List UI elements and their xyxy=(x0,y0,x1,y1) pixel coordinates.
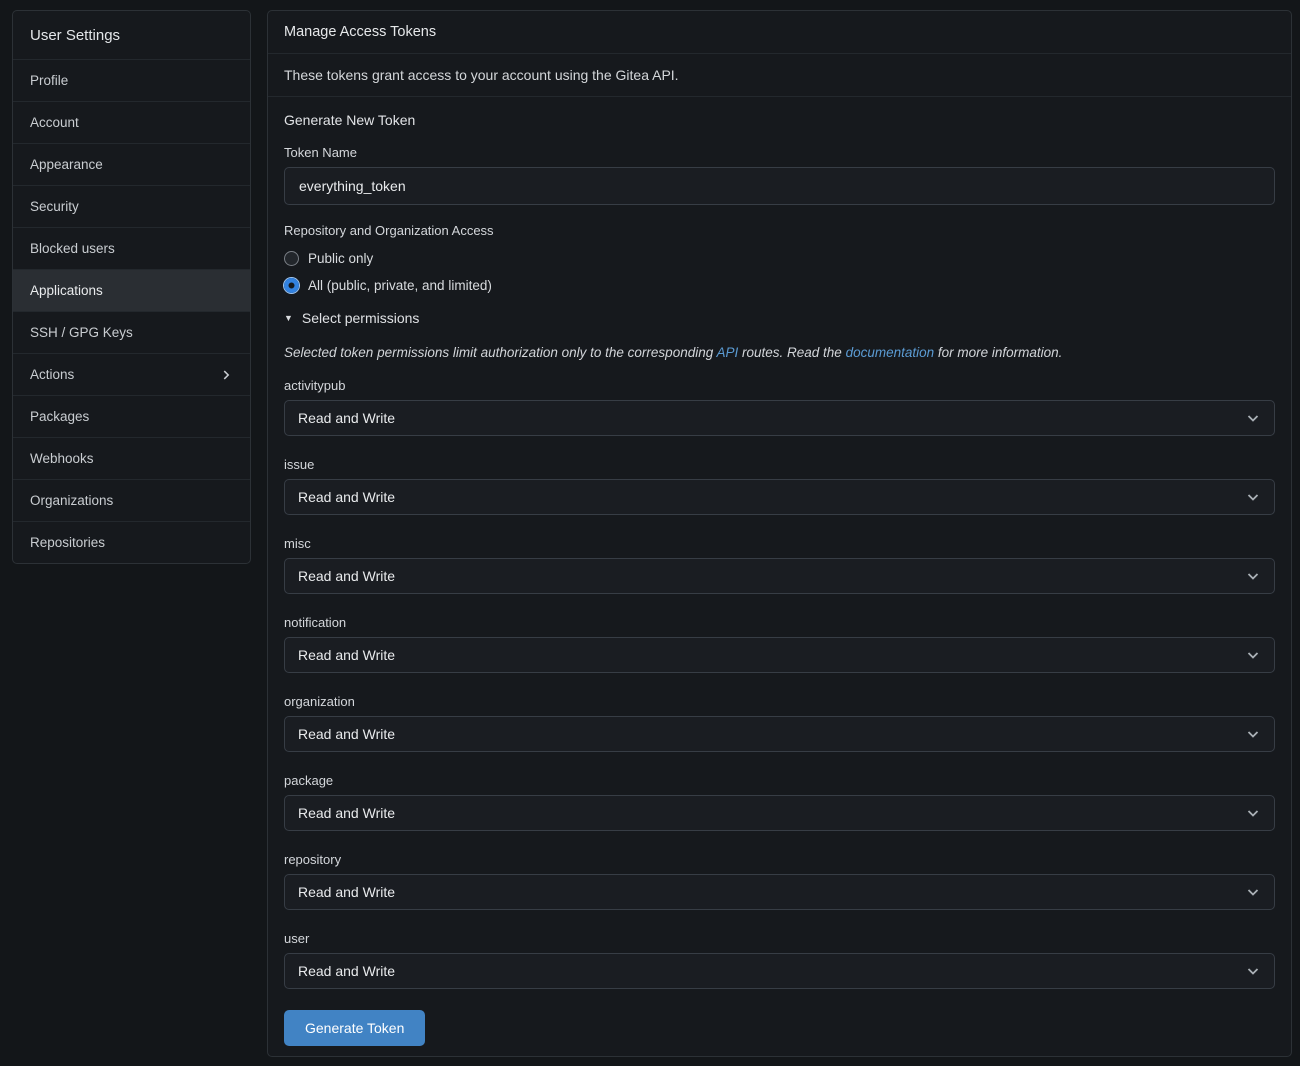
note-text: Selected token permissions limit authori… xyxy=(284,345,716,360)
permission-label: notification xyxy=(284,615,1275,631)
permission-group-notification: notification Read and Write xyxy=(284,615,1275,673)
sidebar-item-appearance[interactable]: Appearance xyxy=(13,144,250,186)
select-value: Read and Write xyxy=(298,489,395,505)
sidebar-item-label: Organizations xyxy=(30,493,113,508)
sidebar-item-repositories[interactable]: Repositories xyxy=(13,522,250,563)
chevron-down-icon xyxy=(1245,805,1261,821)
sidebar-item-label: Applications xyxy=(30,283,103,298)
note-text: routes. Read the xyxy=(738,345,845,360)
page-title: Manage Access Tokens xyxy=(268,11,1291,54)
select-permissions-label: Select permissions xyxy=(302,310,420,326)
token-name-input[interactable] xyxy=(284,167,1275,205)
sidebar-item-label: Actions xyxy=(30,367,74,382)
permission-group-activitypub: activitypub Read and Write xyxy=(284,378,1275,436)
sidebar-item-label: Appearance xyxy=(30,157,103,172)
radio-public-only[interactable]: Public only xyxy=(284,245,1275,272)
select-value: Read and Write xyxy=(298,805,395,821)
sidebar-item-label: Repositories xyxy=(30,535,105,550)
manage-access-tokens-panel: Manage Access Tokens These tokens grant … xyxy=(267,10,1292,1057)
permission-select-user[interactable]: Read and Write xyxy=(284,953,1275,989)
chevron-down-icon xyxy=(1245,410,1261,426)
permission-label: activitypub xyxy=(284,378,1275,394)
radio-label: All (public, private, and limited) xyxy=(308,278,492,293)
sidebar-item-blocked-users[interactable]: Blocked users xyxy=(13,228,250,270)
generate-token-form: Generate New Token Token Name Repository… xyxy=(268,97,1291,1056)
triangle-down-icon: ▼ xyxy=(284,313,293,323)
token-name-label: Token Name xyxy=(284,145,1275,161)
permission-label: user xyxy=(284,931,1275,947)
sidebar-item-label: Profile xyxy=(30,73,68,88)
select-value: Read and Write xyxy=(298,884,395,900)
sidebar-item-webhooks[interactable]: Webhooks xyxy=(13,438,250,480)
chevron-down-icon xyxy=(1245,963,1261,979)
permission-select-notification[interactable]: Read and Write xyxy=(284,637,1275,673)
permission-label: issue xyxy=(284,457,1275,473)
permission-group-repository: repository Read and Write xyxy=(284,852,1275,910)
permission-label: misc xyxy=(284,536,1275,552)
sidebar-item-label: Blocked users xyxy=(30,241,115,256)
api-link[interactable]: API xyxy=(716,345,738,360)
chevron-down-icon xyxy=(1245,647,1261,663)
chevron-down-icon xyxy=(1245,884,1261,900)
permission-group-package: package Read and Write xyxy=(284,773,1275,831)
settings-sidebar: User Settings Profile Account Appearance… xyxy=(12,10,251,564)
sidebar-item-label: Security xyxy=(30,199,79,214)
page: User Settings Profile Account Appearance… xyxy=(0,0,1300,1066)
permission-group-misc: misc Read and Write xyxy=(284,536,1275,594)
tokens-description: These tokens grant access to your accoun… xyxy=(268,54,1291,97)
documentation-link[interactable]: documentation xyxy=(846,345,935,360)
sidebar-item-label: SSH / GPG Keys xyxy=(30,325,133,340)
permission-label: repository xyxy=(284,852,1275,868)
sidebar-item-account[interactable]: Account xyxy=(13,102,250,144)
sidebar-item-applications[interactable]: Applications xyxy=(13,270,250,312)
permission-label: package xyxy=(284,773,1275,789)
select-permissions-toggle[interactable]: ▼ Select permissions xyxy=(284,309,1275,327)
sidebar-item-organizations[interactable]: Organizations xyxy=(13,480,250,522)
select-value: Read and Write xyxy=(298,568,395,584)
permission-select-repository[interactable]: Read and Write xyxy=(284,874,1275,910)
sidebar-item-label: Packages xyxy=(30,409,89,424)
permission-group-user: user Read and Write xyxy=(284,931,1275,989)
select-value: Read and Write xyxy=(298,647,395,663)
sidebar-item-ssh-gpg-keys[interactable]: SSH / GPG Keys xyxy=(13,312,250,354)
repo-org-access-label: Repository and Organization Access xyxy=(284,223,1275,239)
select-value: Read and Write xyxy=(298,963,395,979)
permission-group-organization: organization Read and Write xyxy=(284,694,1275,752)
select-value: Read and Write xyxy=(298,410,395,426)
sidebar-item-packages[interactable]: Packages xyxy=(13,396,250,438)
radio-unselected-icon xyxy=(284,251,299,266)
sidebar-item-actions[interactable]: Actions xyxy=(13,354,250,396)
chevron-down-icon xyxy=(1245,568,1261,584)
chevron-right-icon xyxy=(219,368,233,382)
chevron-down-icon xyxy=(1245,489,1261,505)
generate-token-button[interactable]: Generate Token xyxy=(284,1010,425,1046)
sidebar-title: User Settings xyxy=(13,11,250,60)
radio-all-access[interactable]: All (public, private, and limited) xyxy=(284,272,1275,299)
radio-selected-icon xyxy=(284,278,299,293)
permission-select-misc[interactable]: Read and Write xyxy=(284,558,1275,594)
permission-select-organization[interactable]: Read and Write xyxy=(284,716,1275,752)
sidebar-item-label: Account xyxy=(30,115,79,130)
permissions-note: Selected token permissions limit authori… xyxy=(284,344,1275,361)
sidebar-item-label: Webhooks xyxy=(30,451,94,466)
generate-new-token-heading: Generate New Token xyxy=(284,112,1275,128)
permission-select-activitypub[interactable]: Read and Write xyxy=(284,400,1275,436)
permission-select-package[interactable]: Read and Write xyxy=(284,795,1275,831)
select-value: Read and Write xyxy=(298,726,395,742)
radio-label: Public only xyxy=(308,251,373,266)
sidebar-item-security[interactable]: Security xyxy=(13,186,250,228)
permission-label: organization xyxy=(284,694,1275,710)
note-text: for more information. xyxy=(934,345,1062,360)
permission-select-issue[interactable]: Read and Write xyxy=(284,479,1275,515)
permission-group-issue: issue Read and Write xyxy=(284,457,1275,515)
sidebar-item-profile[interactable]: Profile xyxy=(13,60,250,102)
chevron-down-icon xyxy=(1245,726,1261,742)
